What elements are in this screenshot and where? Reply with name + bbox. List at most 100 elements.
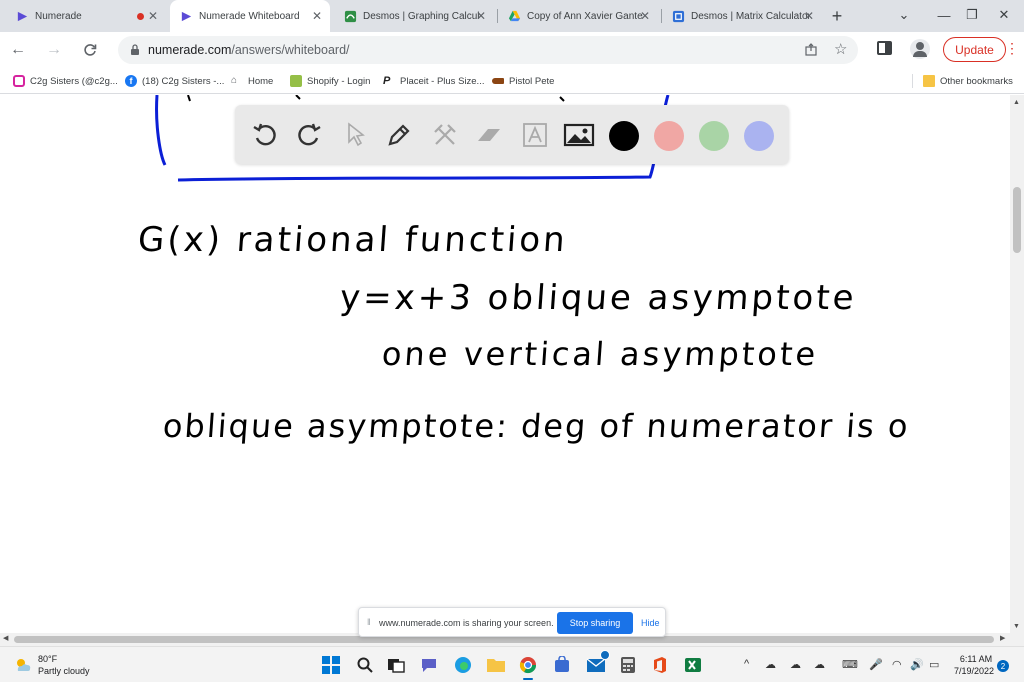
horizontal-scroll-thumb[interactable] [14,636,994,643]
color-swatch-red[interactable] [654,121,684,151]
tab-google-drive[interactable]: Copy of Ann Xavier Gante ✕ [498,0,658,32]
bookmark-item[interactable]: ⌂ Home [231,74,273,88]
tray-app-icon[interactable]: ☁ [765,658,776,671]
microphone-icon[interactable]: 🎤 [869,658,883,671]
bookmark-item[interactable]: P Placeit - Plus Size... [383,74,484,88]
wifi-icon[interactable]: ◠ [892,658,902,671]
mail-icon[interactable] [586,650,610,675]
tool-palette [235,105,789,164]
numerade-icon [17,11,28,21]
show-hidden-icons-icon[interactable]: ^ [744,658,749,670]
pen-icon[interactable] [383,119,415,151]
close-icon[interactable]: ✕ [802,9,816,23]
battery-icon[interactable]: ▭ [929,658,939,671]
redo-icon[interactable] [293,119,325,151]
scroll-right-arrow[interactable]: ▶ [1000,634,1005,642]
close-window-icon[interactable]: ✕ [982,0,1024,30]
undo-icon[interactable] [249,119,281,151]
tab-title: Copy of Ann Xavier Gante [527,10,643,22]
vertical-scroll-thumb[interactable] [1013,187,1021,253]
drag-handle-icon[interactable]: ‖ [367,617,371,627]
excel-icon[interactable] [683,655,703,675]
color-swatch-green[interactable] [699,121,729,151]
search-icon[interactable] [355,655,375,675]
instagram-icon [13,75,25,87]
close-icon[interactable]: ✕ [638,9,652,23]
hide-button[interactable]: Hide [641,618,660,628]
scroll-left-arrow[interactable]: ◀ [3,634,8,642]
task-view-icon[interactable] [386,655,406,675]
hammer-tools-icon[interactable] [429,119,461,151]
store-icon[interactable] [552,655,572,675]
close-icon[interactable]: ✕ [146,9,160,23]
placeit-icon: P [383,75,391,87]
stop-sharing-button[interactable]: Stop sharing [557,612,633,634]
close-icon[interactable]: ✕ [310,9,324,23]
scroll-up-arrow[interactable]: ▲ [1013,99,1020,106]
chrome-icon[interactable] [518,655,538,675]
side-panel-icon[interactable] [877,41,892,55]
scroll-down-arrow[interactable]: ▼ [1013,623,1020,630]
close-icon[interactable]: ✕ [474,9,488,23]
tab-title: Desmos | Matrix Calculator [691,10,809,22]
address-bar[interactable]: numerade.com/answers/whiteboard/ ☆ [118,36,858,64]
bookmark-item[interactable]: Pistol Pete [492,74,554,88]
browser-toolbar: ← → numerade.com/answers/whiteboard/ ☆ U… [0,32,1024,68]
tray-app-icon[interactable]: ☁ [790,658,801,671]
handwriting-line-4: oblique asymptote: deg of numerator is o [161,407,911,445]
bookmark-item[interactable]: C2g Sisters (@c2g... [13,74,118,88]
google-drive-icon [508,10,521,21]
keyboard-icon[interactable]: ⌨ [842,658,858,671]
color-swatch-blue[interactable] [744,121,774,151]
eraser-icon[interactable] [473,119,505,151]
text-icon[interactable] [519,119,551,151]
clock-time[interactable]: 6:11 AM [956,654,996,664]
tab-desmos-graphing[interactable]: Desmos | Graphing Calcul ✕ [334,0,494,32]
share-icon[interactable] [804,43,818,57]
tab-title: Desmos | Graphing Calcul [363,10,480,22]
whiteboard-canvas[interactable]: G(x) rational function y=x+3 oblique asy… [0,95,1010,633]
teams-chat-icon[interactable] [419,655,439,675]
url-text: numerade.com/answers/whiteboard/ [148,43,350,57]
forward-icon[interactable]: → [42,38,66,62]
bookmark-item[interactable]: Shopify - Login [290,74,370,88]
other-bookmarks[interactable]: Other bookmarks [923,74,1013,88]
tab-title: Numerade Whiteboard [199,10,300,22]
windows-start-icon[interactable] [321,655,341,675]
desmos-icon [344,10,357,22]
handwriting-line-1: G(x) rational function [136,220,570,260]
reload-icon[interactable] [78,38,102,62]
color-swatch-black[interactable] [609,121,639,151]
bookmarks-separator [912,74,913,88]
recording-icon [137,13,144,20]
tab-numerade[interactable]: Numerade ✕ [6,0,166,32]
profile-avatar[interactable] [910,39,930,59]
tab-desmos-matrix[interactable]: Desmos | Matrix Calculator ✕ [662,0,822,32]
vertical-scrollbar[interactable]: ▲ ▼ [1010,95,1024,633]
back-icon[interactable]: ← [6,38,30,62]
calculator-icon[interactable] [618,655,638,675]
update-button[interactable]: Update ⋮ [943,37,1019,62]
handwriting-line-3: one vertical asymptote [380,335,820,373]
new-tab-button[interactable]: + [826,5,848,27]
bookmark-star-icon[interactable]: ☆ [834,40,847,58]
notification-badge[interactable]: 2 [997,660,1009,672]
tray-app-icon[interactable]: ☁ [814,658,825,671]
facebook-icon: f [125,75,137,87]
file-explorer-icon[interactable] [486,655,506,675]
active-app-indicator [523,678,533,680]
pistol-icon [492,78,504,84]
edge-icon[interactable] [453,655,473,675]
tab-search-icon[interactable]: ⌄ [882,0,926,30]
tab-numerade-whiteboard[interactable]: Numerade Whiteboard ✕ [170,0,330,32]
office-icon[interactable] [650,655,670,675]
image-icon[interactable] [563,119,595,151]
clock-date[interactable]: 7/19/2022 [950,666,998,676]
bookmark-item[interactable]: f (18) C2g Sisters -... [125,74,224,88]
numerade-icon [181,11,192,21]
volume-icon[interactable]: 🔊 [910,658,924,671]
mail-badge [600,650,610,660]
select-cursor-icon[interactable] [339,119,371,151]
weather-icon[interactable] [13,655,33,675]
bookmarks-bar: C2g Sisters (@c2g... f (18) C2g Sisters … [0,68,1024,94]
